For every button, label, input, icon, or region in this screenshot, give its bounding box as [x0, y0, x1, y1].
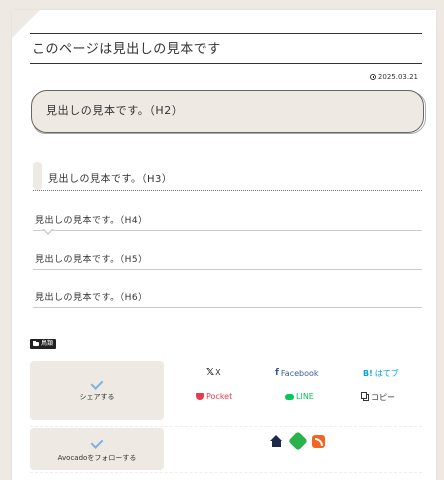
post-date-text: 2025.03.21 — [377, 73, 418, 81]
share-heading-box: シェアする — [30, 361, 164, 420]
share-x-button[interactable]: 𝕏 X — [206, 367, 221, 378]
check-icon — [90, 436, 104, 449]
check-icon — [90, 377, 104, 390]
share-facebook-label: Facebook — [280, 368, 319, 378]
copy-label: コピー — [371, 393, 395, 402]
share-pocket-label: Pocket — [206, 392, 233, 401]
category-label: 鳥類 — [41, 340, 54, 347]
heading-h4-block: 見出しの見本です。（H4） — [33, 210, 422, 235]
hatena-icon: B! — [363, 369, 373, 378]
heading-h3-block: 見出しの見本です。（H3） — [33, 160, 422, 191]
follow-heading-box: Avocadoをフォローする — [30, 428, 164, 470]
h4-notch — [42, 228, 54, 235]
heading-h5-block: 見出しの見本です。（H5） — [33, 249, 422, 270]
share-hatena-button[interactable]: B! はてブ — [363, 368, 399, 379]
share-pocket-button[interactable]: Pocket — [196, 392, 232, 401]
rss-icon[interactable] — [312, 435, 325, 448]
share-hatena-label: はてブ — [374, 369, 399, 378]
divider — [30, 426, 422, 427]
follow-label: Avocadoをフォローする — [57, 454, 137, 462]
x-logo-icon: 𝕏 — [206, 367, 214, 378]
share-line-label: LINE — [296, 392, 314, 401]
share-facebook-button[interactable]: f Facebook — [275, 368, 319, 378]
share-label: シェアする — [79, 393, 115, 401]
copy-icon — [361, 392, 369, 401]
folder-icon — [33, 341, 39, 346]
home-icon[interactable] — [270, 435, 283, 448]
home-body — [272, 441, 281, 447]
heading-h6-block: 見出しの見本です。（H6） — [33, 288, 422, 308]
feedly-icon[interactable] — [288, 431, 308, 451]
category-badge[interactable]: 鳥類 — [30, 339, 57, 349]
facebook-icon: f — [275, 368, 279, 378]
heading-h3: 見出しの見本です。（H3） — [48, 174, 173, 185]
heading-h4: 見出しの見本です。（H4） — [35, 216, 148, 226]
share-line-button[interactable]: LINE — [285, 392, 314, 401]
article-card: このページは見出しの見本です 2025.03.21 見出しの見本です。（H2） … — [12, 10, 436, 480]
h3-accent-bar — [33, 162, 42, 190]
line-icon — [285, 393, 294, 400]
pocket-icon — [196, 393, 204, 400]
page-title: このページは見出しの見本です — [30, 33, 422, 64]
heading-h5: 見出しの見本です。（H5） — [35, 255, 148, 265]
divider — [30, 472, 422, 473]
copy-link-button[interactable]: コピー — [361, 392, 395, 403]
share-x-label: X — [215, 368, 221, 377]
heading-h6: 見出しの見本です。（H6） — [35, 293, 148, 303]
heading-h2: 見出しの見本です。（H2） — [31, 90, 424, 133]
clock-icon — [369, 74, 376, 80]
post-date: 2025.03.21 — [369, 73, 418, 81]
